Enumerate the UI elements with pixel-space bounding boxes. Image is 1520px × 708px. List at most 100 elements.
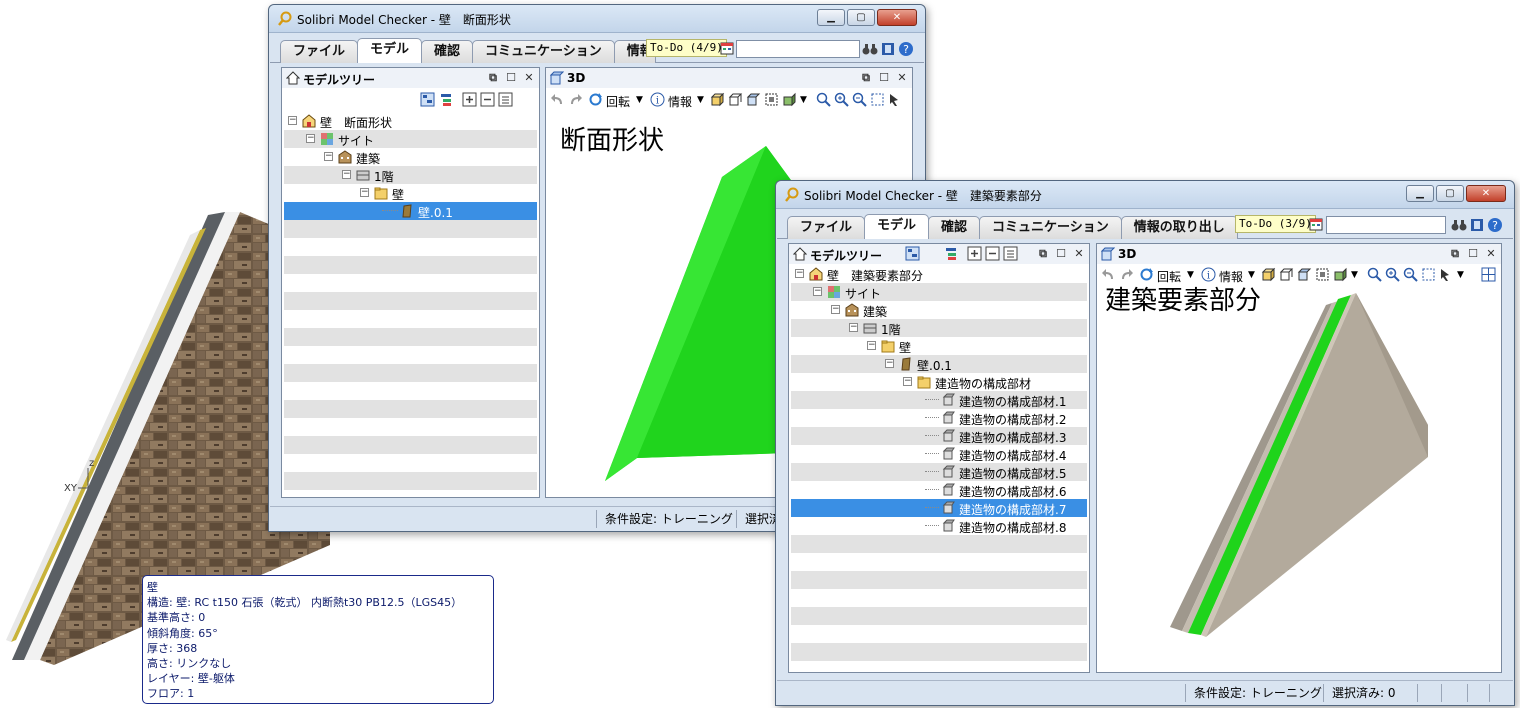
tab-check[interactable]: 確認	[928, 216, 981, 239]
filter-tree-icon[interactable]	[438, 92, 453, 107]
model-tree-panel: モデルツリー ⧉ ☐ ✕ − 壁 建築要素部分 − サイト − 建築 − 1階 …	[788, 243, 1090, 673]
close-icon[interactable]: ✕	[1466, 185, 1506, 202]
tree-label: 壁.0.1	[917, 359, 952, 373]
tree-row-component-selected[interactable]: 建造物の構成部材.7	[791, 499, 1087, 517]
close-icon[interactable]: ✕	[877, 9, 917, 26]
tree-label: サイト	[845, 287, 882, 301]
expand-all-icon[interactable]	[967, 246, 982, 261]
todo-list-icon[interactable]	[1309, 217, 1323, 231]
tooltip-line: 高さ: リンクなし	[147, 657, 232, 671]
titlebar[interactable]: Solibri Model Checker - 壁 建築要素部分 ▁ ▢ ✕	[776, 181, 1514, 209]
maximize-icon[interactable]: ▢	[847, 9, 875, 26]
panel-maximize-icon[interactable]: ☐	[505, 71, 517, 85]
todo-list-icon[interactable]	[720, 41, 734, 55]
tab-communication[interactable]: コミュニケーション	[979, 216, 1122, 239]
tab-information-takeoff[interactable]: 情報の取り出し	[1120, 216, 1238, 239]
panel-restore-icon[interactable]: ⧉	[487, 71, 499, 85]
collapse-toggle-icon[interactable]: −	[342, 170, 351, 179]
collapse-toggle-icon[interactable]: −	[324, 152, 333, 161]
tree-label: 建造物の構成部材.1	[959, 395, 1067, 409]
film-icon[interactable]	[880, 41, 896, 57]
tree-row-component[interactable]: 建造物の構成部材.5	[791, 463, 1087, 481]
collapse-toggle-icon[interactable]: −	[831, 305, 840, 314]
panel-title: モデルツリー	[303, 73, 376, 87]
tree-row-site[interactable]: − サイト	[791, 283, 1087, 301]
maximize-icon[interactable]: ▢	[1436, 185, 1464, 202]
binoculars-icon[interactable]	[1451, 217, 1467, 233]
panel-maximize-icon[interactable]: ☐	[1055, 247, 1067, 261]
panel-close-icon[interactable]: ✕	[896, 71, 908, 85]
status-condition: 条件設定: トレーニング	[1185, 684, 1322, 702]
tab-check[interactable]: 確認	[421, 40, 474, 63]
tree-row-building[interactable]: − 建築	[791, 301, 1087, 319]
minimize-icon[interactable]: ▁	[1406, 185, 1434, 202]
tree-view-icon[interactable]	[420, 92, 435, 107]
search-input[interactable]	[736, 40, 860, 58]
tree-row-wall-folder[interactable]: − 壁	[791, 337, 1087, 355]
tab-communication[interactable]: コミュニケーション	[472, 40, 615, 63]
tree-row-component[interactable]: 建造物の構成部材.6	[791, 481, 1087, 499]
collapse-toggle-icon[interactable]: −	[795, 269, 804, 278]
tab-model[interactable]: モデル	[864, 214, 930, 239]
help-icon[interactable]: ?	[1487, 217, 1503, 233]
minimize-icon[interactable]: ▁	[817, 9, 845, 26]
panel-restore-icon[interactable]: ⧉	[860, 71, 872, 85]
film-icon[interactable]	[1469, 217, 1485, 233]
todo-badge[interactable]: To-Do (4/9)	[646, 39, 727, 57]
collapse-all-icon[interactable]	[480, 92, 495, 107]
panel-close-icon[interactable]: ✕	[523, 71, 535, 85]
tree-label: 壁 断面形状	[320, 116, 393, 130]
help-icon[interactable]: ?	[898, 41, 914, 57]
collapse-toggle-icon[interactable]: −	[360, 188, 369, 197]
tree-row-component[interactable]: 建造物の構成部材.1	[791, 391, 1087, 409]
tree-row-wall[interactable]: − 壁.0.1	[791, 355, 1087, 373]
tree-row-model[interactable]: − 壁 断面形状	[284, 112, 537, 130]
collapse-toggle-icon[interactable]: −	[849, 323, 858, 332]
tree-row-component[interactable]: 建造物の構成部材.3	[791, 427, 1087, 445]
tree-row-component[interactable]: 建造物の構成部材.2	[791, 409, 1087, 427]
search-input[interactable]	[1326, 216, 1446, 234]
tree-row-site[interactable]: − サイト	[284, 130, 537, 148]
tree-row-building[interactable]: − 建築	[284, 148, 537, 166]
tooltip-title: 壁	[147, 581, 158, 594]
tree-view-icon[interactable]	[905, 246, 920, 261]
filter-tree-icon[interactable]	[943, 246, 958, 261]
collapse-toggle-icon[interactable]: −	[885, 359, 894, 368]
tree-label: 建造物の構成部材	[935, 377, 1032, 391]
panel-maximize-icon[interactable]: ☐	[1467, 247, 1479, 261]
collapse-toggle-icon[interactable]: −	[813, 287, 822, 296]
layered-wall-model[interactable]	[1098, 265, 1502, 673]
binoculars-icon[interactable]	[862, 41, 878, 57]
tree-row-storey[interactable]: − 1階	[791, 319, 1087, 337]
todo-badge[interactable]: To-Do (3/9)	[1235, 215, 1316, 233]
tab-model[interactable]: モデル	[357, 38, 423, 63]
tree-label: 建造物の構成部材.2	[959, 413, 1067, 427]
tab-file[interactable]: ファイル	[280, 40, 359, 63]
tree-row-model[interactable]: − 壁 建築要素部分	[791, 265, 1087, 283]
expand-all-icon[interactable]	[462, 92, 477, 107]
panel-restore-icon[interactable]: ⧉	[1037, 247, 1049, 261]
collapse-all-icon[interactable]	[985, 246, 1000, 261]
tree-row-wall-selected[interactable]: 壁.0.1	[284, 202, 537, 220]
tree-label: 建築	[863, 305, 888, 319]
panel-restore-icon[interactable]: ⧉	[1449, 247, 1461, 261]
panel-close-icon[interactable]: ✕	[1073, 247, 1085, 261]
list-view-icon[interactable]	[1003, 246, 1018, 261]
collapse-toggle-icon[interactable]: −	[867, 341, 876, 350]
tree-row-components-folder[interactable]: − 建造物の構成部材	[791, 373, 1087, 391]
tree-label: 壁 建築要素部分	[827, 269, 924, 283]
tree-label: 建造物の構成部材.4	[959, 449, 1067, 463]
tree-row-component[interactable]: 建造物の構成部材.4	[791, 445, 1087, 463]
tree-row-storey[interactable]: − 1階	[284, 166, 537, 184]
panel-close-icon[interactable]: ✕	[1485, 247, 1497, 261]
list-view-icon[interactable]	[498, 92, 513, 107]
tree-row-component[interactable]: 建造物の構成部材.8	[791, 517, 1087, 535]
window-building-elements[interactable]: Solibri Model Checker - 壁 建築要素部分 ▁ ▢ ✕ フ…	[775, 180, 1515, 706]
collapse-toggle-icon[interactable]: −	[288, 116, 297, 125]
tab-file[interactable]: ファイル	[787, 216, 866, 239]
panel-maximize-icon[interactable]: ☐	[878, 71, 890, 85]
tree-row-wall-folder[interactable]: − 壁	[284, 184, 537, 202]
collapse-toggle-icon[interactable]: −	[306, 134, 315, 143]
collapse-toggle-icon[interactable]: −	[903, 377, 912, 386]
titlebar[interactable]: Solibri Model Checker - 壁 断面形状 ▁ ▢ ✕	[269, 5, 925, 33]
